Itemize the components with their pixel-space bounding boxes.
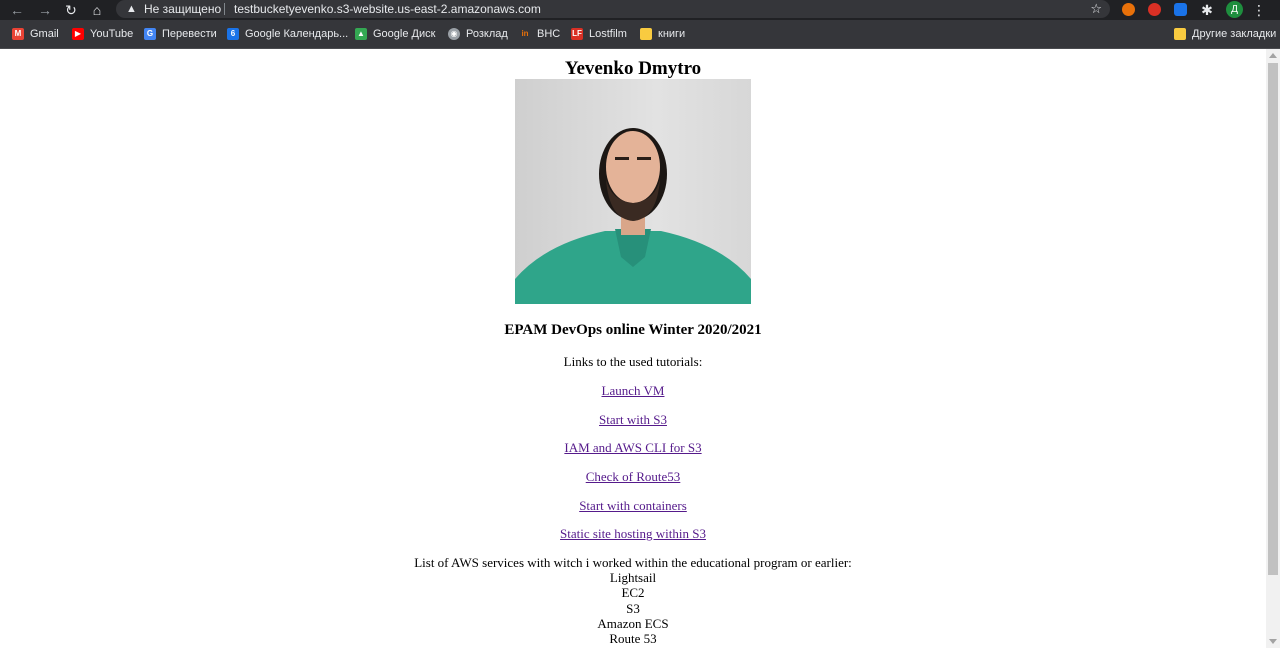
- url-text[interactable]: testbucketyevenko.s3-website.us-east-2.a…: [234, 0, 541, 18]
- link-check-route53[interactable]: Check of Route53: [586, 469, 681, 484]
- vertical-scrollbar[interactable]: [1266, 49, 1280, 648]
- bookmark-label: Розклад: [466, 28, 508, 40]
- link-launch-vm[interactable]: Launch VM: [602, 383, 665, 398]
- subtitle: EPAM DevOps online Winter 2020/2021: [504, 322, 762, 338]
- bookmark-label: Перевести: [162, 28, 217, 40]
- link-static-site-hosting[interactable]: Static site hosting within S3: [560, 526, 706, 541]
- youtube-icon: ▶: [72, 28, 84, 40]
- browser-toolbar: ← → ↻ ⌂ ▲ Не защищено testbucketyevenko.…: [0, 0, 1280, 20]
- reload-icon[interactable]: ↻: [60, 0, 82, 20]
- link-row: Start with containers: [0, 498, 1266, 514]
- bookmark-label: ВНС: [537, 28, 561, 40]
- bookmark-label: Gmail: [30, 28, 59, 40]
- portrait-image: [515, 128, 751, 304]
- bookmark-label: книги: [658, 28, 686, 40]
- folder-icon: [640, 28, 652, 40]
- bookmark-vns[interactable]: in ВНС: [519, 20, 560, 48]
- link-start-with-containers[interactable]: Start with containers: [579, 498, 687, 513]
- bookmark-drive[interactable]: ▲ Google Диск: [355, 20, 435, 48]
- other-bookmarks-label: Другие закладки: [1192, 28, 1277, 40]
- page-viewport: Yevenko Dmytro EPAM DevOps online Winter…: [0, 49, 1266, 648]
- address-bar[interactable]: ▲ Не защищено testbucketyevenko.s3-websi…: [116, 0, 1110, 18]
- omnibox-divider: [224, 3, 225, 15]
- warning-icon: ▲: [126, 3, 137, 15]
- service-item: Lightsail: [609, 570, 657, 585]
- bookmark-label: Google Календарь...: [245, 28, 349, 40]
- scrollbar-thumb[interactable]: [1268, 63, 1278, 575]
- page-title: Yevenko Dmytro: [564, 58, 702, 79]
- bookmarks-bar: M Gmail ▶ YouTube G Перевести 6 Google Кален…: [0, 20, 1280, 49]
- bookmark-calendar[interactable]: 6 Google Календарь...: [227, 20, 348, 48]
- link-row: IAM and AWS CLI for S3: [0, 440, 1266, 456]
- links-intro: Links to the used tutorials:: [563, 354, 703, 369]
- extension-fire-icon[interactable]: [1122, 3, 1135, 16]
- bookmark-label: Lostfilm: [589, 28, 627, 40]
- scroll-up-arrow-icon[interactable]: [1269, 53, 1277, 58]
- extensions-puzzle-icon[interactable]: ✱: [1196, 0, 1218, 20]
- link-row: Launch VM: [0, 383, 1266, 399]
- security-status[interactable]: Не защищено: [144, 0, 221, 18]
- translate-icon: G: [144, 28, 156, 40]
- lostfilm-icon: LF: [571, 28, 583, 40]
- bookmark-label: Google Диск: [373, 28, 436, 40]
- calendar-icon: 6: [227, 28, 239, 40]
- link-start-with-s3[interactable]: Start with S3: [599, 412, 667, 427]
- extension-vpn-icon[interactable]: [1174, 3, 1187, 16]
- drive-icon: ▲: [355, 28, 367, 40]
- bookmark-knigi[interactable]: книги: [640, 20, 685, 48]
- link-row: Start with S3: [0, 412, 1266, 428]
- bookmark-lostfilm[interactable]: LF Lostfilm: [571, 20, 627, 48]
- link-row: Check of Route53: [0, 469, 1266, 485]
- vns-icon: in: [521, 29, 529, 38]
- service-item: Amazon ECS: [597, 616, 669, 631]
- folder-icon: [1174, 28, 1186, 40]
- home-icon[interactable]: ⌂: [86, 0, 108, 20]
- services-intro: List of AWS services with witch i worked…: [414, 555, 852, 570]
- forward-arrow-icon[interactable]: →: [34, 0, 56, 20]
- service-item: EC2: [621, 585, 645, 600]
- extension-adblock-icon[interactable]: [1148, 3, 1161, 16]
- profile-avatar[interactable]: Д: [1226, 1, 1243, 18]
- link-row: Static site hosting within S3: [0, 526, 1266, 542]
- bookmark-youtube[interactable]: ▶ YouTube: [72, 20, 133, 48]
- bookmark-label: YouTube: [90, 28, 134, 40]
- back-arrow-icon[interactable]: ←: [6, 0, 28, 20]
- bookmark-gmail[interactable]: M Gmail: [12, 20, 59, 48]
- bookmark-star-icon[interactable]: ☆: [1090, 0, 1102, 18]
- service-item: S3: [626, 601, 640, 616]
- bookmark-translate[interactable]: G Перевести: [144, 20, 217, 48]
- link-iam-aws-cli[interactable]: IAM and AWS CLI for S3: [564, 440, 701, 455]
- profile-photo: [515, 79, 751, 304]
- globe-icon: ◉: [448, 28, 460, 40]
- gmail-icon: M: [12, 28, 24, 40]
- kebab-menu-icon[interactable]: ⋮: [1252, 0, 1266, 20]
- scroll-down-arrow-icon[interactable]: [1269, 639, 1277, 644]
- service-item: Route 53: [609, 631, 657, 646]
- other-bookmarks[interactable]: Другие закладки: [1174, 20, 1276, 48]
- bookmark-rozklad[interactable]: ◉ Розклад: [448, 20, 508, 48]
